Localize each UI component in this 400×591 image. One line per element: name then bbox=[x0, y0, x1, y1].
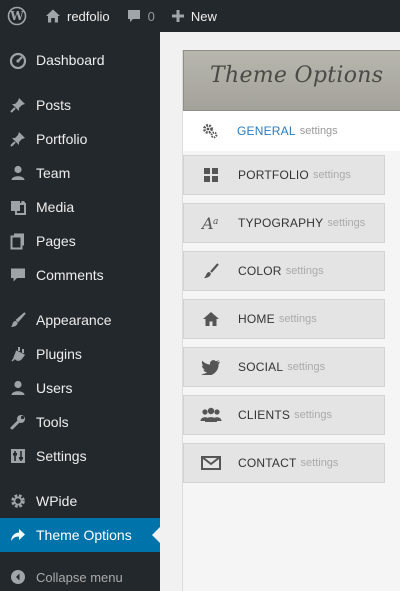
panel-header: Theme Options bbox=[183, 50, 400, 111]
sidebar-item-label: Portfolio bbox=[36, 131, 88, 147]
collapse-menu-label: Collapse menu bbox=[36, 569, 123, 585]
tab-typography[interactable]: Aa TYPOGRAPHY settings bbox=[183, 203, 385, 243]
admin-sidebar: Dashboard Posts Portfolio Team Media Pag… bbox=[0, 32, 160, 591]
tab-name: TYPOGRAPHY bbox=[238, 216, 324, 230]
svg-text:W: W bbox=[9, 9, 24, 23]
collapse-icon bbox=[0, 569, 36, 585]
tab-contact[interactable]: CONTACT settings bbox=[183, 443, 385, 483]
tab-suffix: settings bbox=[299, 125, 338, 137]
new-label: New bbox=[190, 8, 217, 24]
comments-link[interactable]: 0 bbox=[118, 0, 163, 32]
tab-clients[interactable]: CLIENTS settings bbox=[183, 395, 385, 435]
media-icon bbox=[0, 198, 36, 216]
tab-portfolio[interactable]: PORTFOLIO settings bbox=[183, 155, 385, 195]
tab-name: CONTACT bbox=[238, 456, 297, 470]
sidebar-item-label: Team bbox=[36, 165, 71, 181]
comment-icon bbox=[127, 10, 140, 22]
sidebar-item-label: Media bbox=[36, 199, 75, 215]
brush-icon bbox=[184, 262, 238, 280]
plus-icon bbox=[171, 10, 184, 22]
wordpress-icon: W bbox=[7, 6, 27, 26]
svg-text:a: a bbox=[213, 217, 218, 227]
sidebar-item-label: Posts bbox=[36, 97, 72, 113]
bird-icon bbox=[184, 359, 238, 375]
sidebar-item-team[interactable]: Team bbox=[0, 156, 160, 190]
gears-icon bbox=[183, 122, 237, 140]
sidebar-item-appearance[interactable]: Appearance bbox=[0, 303, 160, 337]
sidebar-item-users[interactable]: Users bbox=[0, 371, 160, 405]
sidebar-item-label: Theme Options bbox=[36, 527, 132, 543]
people-icon bbox=[184, 407, 238, 423]
sidebar-item-comments[interactable]: Comments bbox=[0, 258, 160, 292]
share-arrow-icon bbox=[0, 526, 36, 544]
font-icon: Aa bbox=[184, 214, 238, 232]
content-area: Theme Options GENERAL settings PORTFOLIO… bbox=[160, 32, 400, 591]
theme-options-panel: Theme Options GENERAL settings PORTFOLIO… bbox=[182, 50, 400, 591]
tab-general[interactable]: GENERAL settings bbox=[183, 111, 400, 151]
sidebar-item-dashboard[interactable]: Dashboard bbox=[0, 43, 160, 77]
sidebar-item-pages[interactable]: Pages bbox=[0, 224, 160, 258]
sidebar-item-label: Pages bbox=[36, 233, 76, 249]
tab-home[interactable]: HOME settings bbox=[183, 299, 385, 339]
admin-bar: W redfolio 0 New bbox=[0, 0, 400, 32]
home-icon bbox=[46, 9, 60, 23]
tab-name: COLOR bbox=[238, 264, 282, 278]
current-item-arrow bbox=[152, 527, 160, 543]
tab-name: PORTFOLIO bbox=[238, 168, 309, 182]
tab-name: HOME bbox=[238, 312, 275, 326]
person-icon bbox=[0, 164, 36, 182]
sidebar-item-portfolio[interactable]: Portfolio bbox=[0, 122, 160, 156]
sidebar-item-media[interactable]: Media bbox=[0, 190, 160, 224]
sidebar-item-label: Comments bbox=[36, 267, 104, 283]
tab-color[interactable]: COLOR settings bbox=[183, 251, 385, 291]
tab-name: CLIENTS bbox=[238, 408, 291, 422]
sliders-icon bbox=[0, 447, 36, 465]
comments-count: 0 bbox=[147, 8, 155, 24]
tab-suffix: settings bbox=[327, 217, 366, 229]
sidebar-item-tools[interactable]: Tools bbox=[0, 405, 160, 439]
sidebar-item-label: Appearance bbox=[36, 312, 112, 328]
home-icon bbox=[184, 310, 238, 328]
comment-icon bbox=[0, 266, 36, 284]
collapse-menu-button[interactable]: Collapse menu bbox=[0, 563, 160, 591]
sidebar-item-label: Tools bbox=[36, 414, 69, 430]
tab-suffix: settings bbox=[294, 409, 332, 421]
new-content-link[interactable]: New bbox=[163, 0, 225, 32]
sidebar-item-label: WPide bbox=[36, 493, 78, 509]
svg-text:A: A bbox=[201, 214, 214, 232]
sidebar-item-label: Settings bbox=[36, 448, 87, 464]
sidebar-item-label: Users bbox=[36, 380, 73, 396]
gear-icon bbox=[0, 492, 36, 510]
dashboard-icon bbox=[0, 51, 36, 69]
sidebar-item-settings[interactable]: Settings bbox=[0, 439, 160, 473]
tab-suffix: settings bbox=[312, 169, 351, 181]
wordpress-logo-button[interactable]: W bbox=[0, 0, 37, 32]
site-name-link[interactable]: redfolio bbox=[37, 0, 118, 32]
sidebar-item-theme-options[interactable]: Theme Options bbox=[0, 518, 160, 552]
page-title: Theme Options bbox=[210, 63, 384, 88]
tab-name: GENERAL bbox=[237, 124, 296, 138]
tab-suffix: settings bbox=[285, 265, 324, 277]
tab-social[interactable]: SOCIAL settings bbox=[183, 347, 385, 387]
site-name: redfolio bbox=[67, 8, 110, 24]
sidebar-item-wpide[interactable]: WPide bbox=[0, 484, 160, 518]
pages-icon bbox=[0, 232, 36, 250]
tab-suffix: settings bbox=[287, 361, 326, 373]
tab-suffix: settings bbox=[278, 313, 317, 325]
brush-icon bbox=[0, 311, 36, 329]
tab-name: SOCIAL bbox=[238, 360, 284, 374]
tab-suffix: settings bbox=[300, 457, 339, 469]
pin-icon bbox=[0, 96, 36, 114]
sidebar-item-label: Plugins bbox=[36, 346, 82, 362]
envelope-icon bbox=[184, 456, 238, 470]
sidebar-item-posts[interactable]: Posts bbox=[0, 88, 160, 122]
grid-icon bbox=[184, 167, 238, 183]
plug-icon bbox=[0, 345, 36, 363]
person-icon bbox=[0, 379, 36, 397]
wrench-icon bbox=[0, 413, 36, 431]
sidebar-item-plugins[interactable]: Plugins bbox=[0, 337, 160, 371]
pin-icon bbox=[0, 130, 36, 148]
sidebar-item-label: Dashboard bbox=[36, 52, 105, 68]
